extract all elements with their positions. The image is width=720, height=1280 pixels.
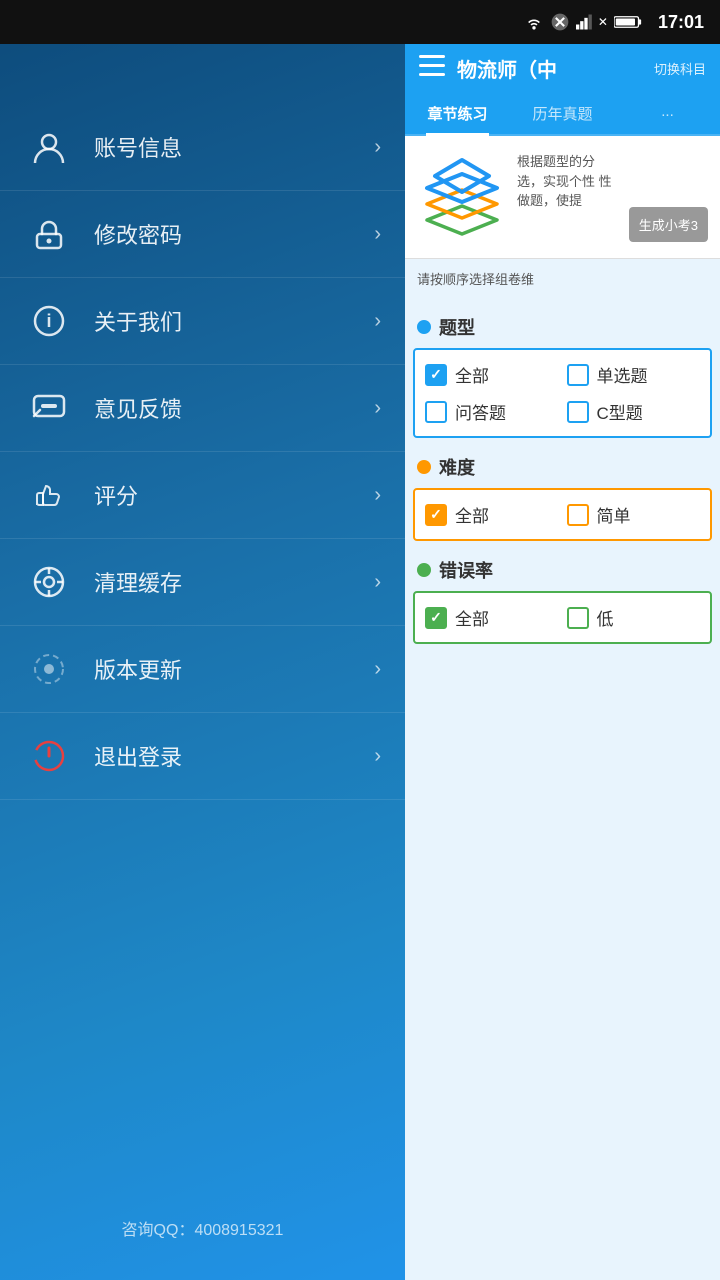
sidebar-item-logout[interactable]: 退出登录 ›	[0, 713, 405, 800]
right-panel: 物流师（中 切换科目 章节练习 历年真题 ...	[405, 44, 720, 1280]
checkbox-single-choice[interactable]	[567, 364, 589, 386]
wifi-icon	[524, 14, 544, 30]
x-icon: ✕	[598, 15, 608, 29]
label-easy: 简单	[597, 502, 701, 527]
section-title-type: 题型	[439, 314, 475, 340]
section-error-rate: 错误率 全部 低	[405, 549, 720, 644]
sidebar-item-update[interactable]: 版本更新 ›	[0, 626, 405, 713]
sidebar-item-cache[interactable]: 清理缓存 ›	[0, 539, 405, 626]
app-title: 物流师（中	[457, 54, 642, 83]
app-header: 物流师（中 切换科目 章节练习 历年真题 ...	[405, 44, 720, 136]
sidebar-item-rate-label: 评分	[94, 479, 374, 511]
section-difficulty-header: 难度	[405, 446, 720, 488]
checkbox-c-type[interactable]	[567, 401, 589, 423]
app-tabs: 章节练习 历年真题 ...	[405, 93, 720, 136]
options-row-difficulty-1: 全部 简单	[425, 502, 700, 527]
sidebar-item-password[interactable]: 修改密码 ›	[0, 191, 405, 278]
checkbox-easy[interactable]	[567, 504, 589, 526]
banner-text: 根据题型的分 选，实现个性 性做题，使提	[517, 152, 619, 211]
update-icon	[24, 644, 74, 694]
signal-icon	[576, 14, 596, 30]
options-box-difficulty: 全部 简单	[413, 488, 712, 541]
sidebar-item-account-arrow: ›	[374, 136, 381, 159]
app-subtitle[interactable]: 切换科目	[654, 59, 706, 78]
checkbox-low[interactable]	[567, 607, 589, 629]
app-header-top: 物流师（中 切换科目	[405, 44, 720, 93]
checkbox-all-diff[interactable]	[425, 504, 447, 526]
section-question-type-header: 题型	[405, 306, 720, 348]
block-icon	[550, 12, 570, 32]
options-box-error: 全部 低	[413, 591, 712, 644]
checkbox-all-type[interactable]	[425, 364, 447, 386]
about-icon: i	[24, 296, 74, 346]
section-dot-error	[417, 563, 431, 577]
svg-text:i: i	[46, 311, 51, 331]
rate-icon	[24, 470, 74, 520]
sidebar-item-cache-arrow: ›	[374, 571, 381, 594]
sidebar-item-about-arrow: ›	[374, 310, 381, 333]
sidebar-item-logout-arrow: ›	[374, 745, 381, 768]
main-content: 根据题型的分 选，实现个性 性做题，使提 生成小考3 请按顺序选择组卷维 题型 …	[405, 136, 720, 1280]
logout-icon	[24, 731, 74, 781]
sidebar-footer: 咨询QQ：4008915321	[0, 1216, 405, 1240]
generate-button[interactable]: 生成小考3	[629, 207, 708, 242]
layers-logo	[417, 152, 507, 242]
section-dot-type	[417, 320, 431, 334]
sidebar-item-feedback-label: 意见反馈	[94, 392, 374, 424]
sidebar-item-update-arrow: ›	[374, 658, 381, 681]
battery-icon	[614, 14, 642, 30]
options-row-error-1: 全部 低	[425, 605, 700, 630]
sidebar-item-account[interactable]: 账号信息 ›	[0, 104, 405, 191]
sidebar-item-rate-arrow: ›	[374, 484, 381, 507]
label-c-type: C型题	[597, 399, 701, 424]
checkbox-qa[interactable]	[425, 401, 447, 423]
section-question-type: 题型 全部 单选题 问答题 C型题	[405, 306, 720, 438]
tab-chapter[interactable]: 章节练习	[405, 93, 510, 134]
options-row-type-1: 全部 单选题	[425, 362, 700, 387]
section-error-rate-header: 错误率	[405, 549, 720, 591]
sidebar-item-update-label: 版本更新	[94, 653, 374, 685]
status-icons: ✕	[524, 12, 642, 32]
tab-history[interactable]: 历年真题	[510, 93, 615, 134]
options-row-type-2: 问答题 C型题	[425, 399, 700, 424]
label-all-diff: 全部	[455, 502, 559, 527]
label-all-type: 全部	[455, 362, 559, 387]
sidebar-item-cache-label: 清理缓存	[94, 566, 374, 598]
hamburger-icon[interactable]	[419, 55, 445, 83]
account-icon	[24, 122, 74, 172]
sidebar: 账号信息 › 修改密码 › i 关于我们 ›	[0, 44, 405, 1280]
instruction-text: 请按顺序选择组卷维	[405, 259, 720, 298]
section-title-error: 错误率	[439, 557, 493, 583]
section-difficulty: 难度 全部 简单	[405, 446, 720, 541]
sidebar-item-about[interactable]: i 关于我们 ›	[0, 278, 405, 365]
sidebar-item-rate[interactable]: 评分 ›	[0, 452, 405, 539]
sidebar-item-password-label: 修改密码	[94, 218, 374, 250]
sidebar-item-about-label: 关于我们	[94, 305, 374, 337]
section-title-difficulty: 难度	[439, 454, 475, 480]
sidebar-item-feedback[interactable]: 意见反馈 ›	[0, 365, 405, 452]
tab-more[interactable]: ...	[615, 93, 720, 134]
label-single-choice: 单选题	[597, 362, 701, 387]
checkbox-all-err[interactable]	[425, 607, 447, 629]
label-all-err: 全部	[455, 605, 559, 630]
sidebar-item-feedback-arrow: ›	[374, 397, 381, 420]
label-low: 低	[597, 605, 701, 630]
section-dot-difficulty	[417, 460, 431, 474]
cache-icon	[24, 557, 74, 607]
status-bar: ✕ 17:01	[0, 0, 720, 44]
banner-area: 根据题型的分 选，实现个性 性做题，使提 生成小考3	[405, 136, 720, 259]
sidebar-item-account-label: 账号信息	[94, 131, 374, 163]
label-qa: 问答题	[455, 399, 559, 424]
options-box-type: 全部 单选题 问答题 C型题	[413, 348, 712, 438]
sidebar-item-logout-label: 退出登录	[94, 740, 374, 772]
sidebar-item-password-arrow: ›	[374, 223, 381, 246]
password-icon	[24, 209, 74, 259]
feedback-icon	[24, 383, 74, 433]
status-time: 17:01	[658, 12, 704, 33]
